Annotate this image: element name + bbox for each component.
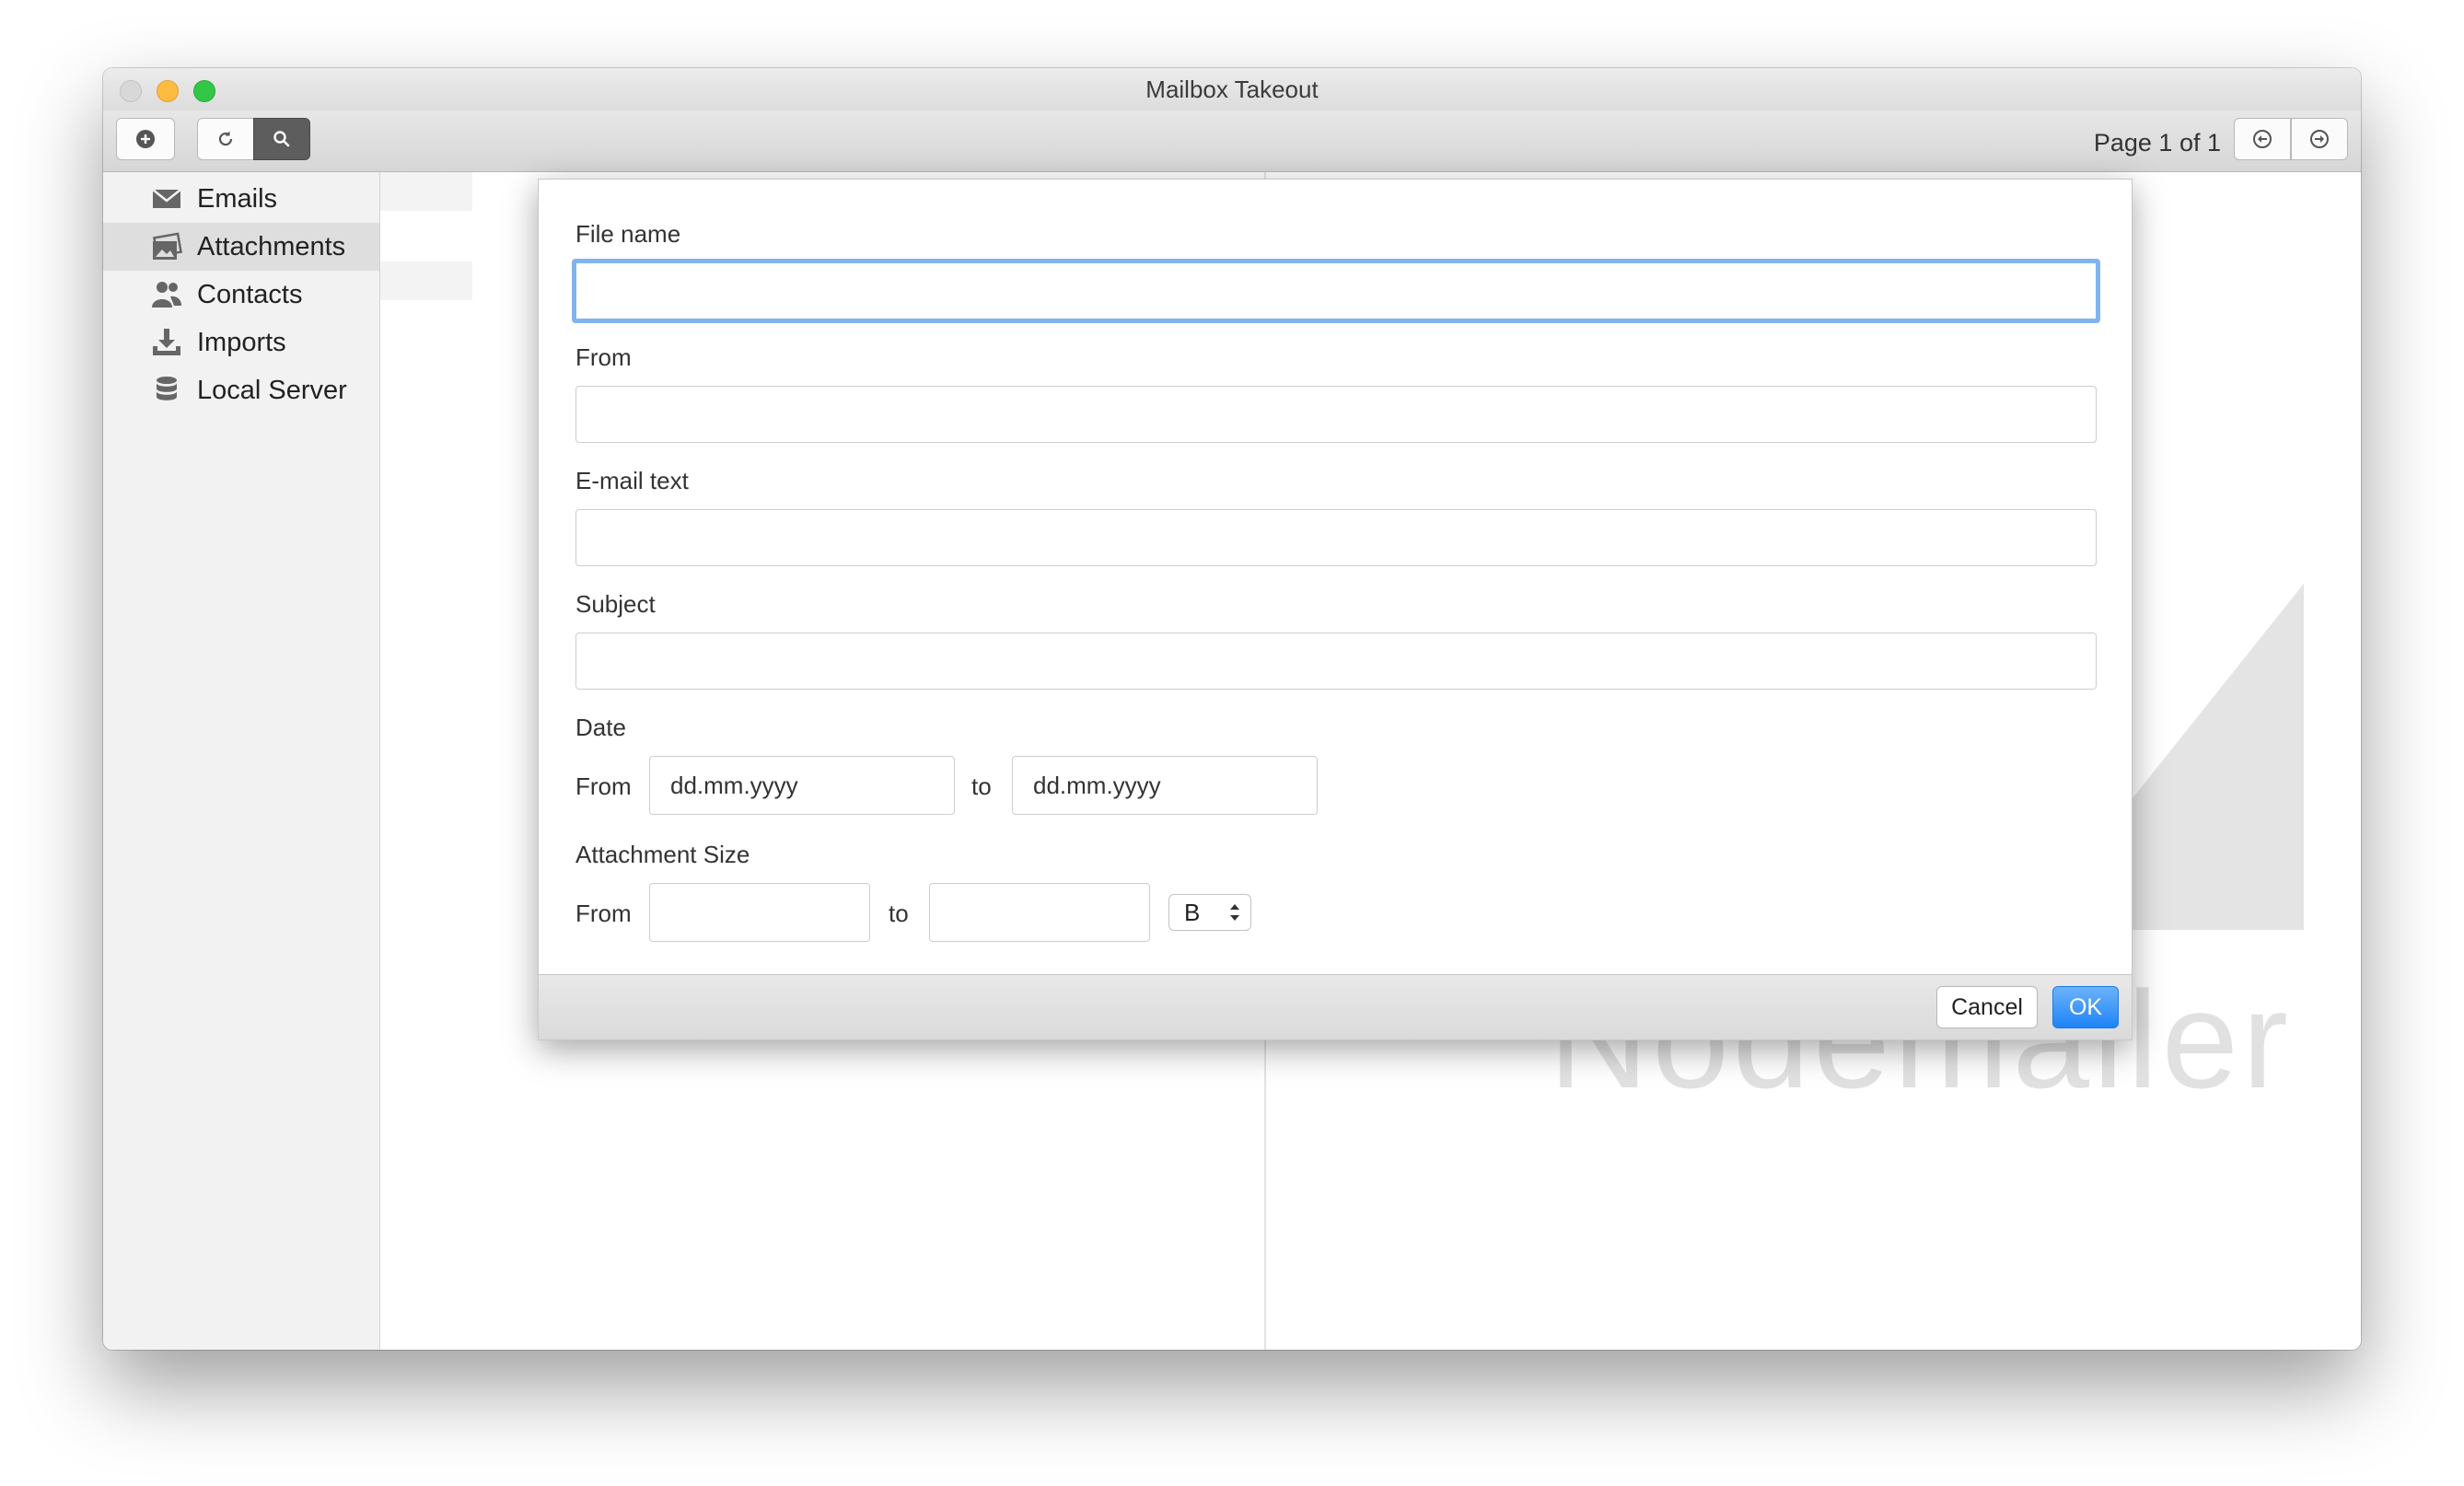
image-stack-icon [149, 229, 184, 264]
refresh-button[interactable] [197, 118, 254, 160]
size-from-label: From [575, 900, 632, 927]
date-to-input[interactable] [1012, 756, 1318, 815]
sidebar-item-label: Contacts [197, 279, 303, 309]
select-arrows-icon [1230, 904, 1239, 921]
window-title: Mailbox Takeout [1145, 75, 1319, 103]
subject-input[interactable] [575, 633, 2097, 690]
date-from-input[interactable] [649, 756, 955, 815]
sidebar-item-attachments[interactable]: Attachments [103, 223, 379, 271]
sidebar-item-local-server[interactable]: Local Server [103, 366, 379, 414]
add-button[interactable] [116, 118, 175, 160]
sidebar: Emails Attachments Contacts Imports Loca… [103, 172, 380, 1350]
sidebar-item-label: Imports [197, 327, 286, 357]
previous-page-button[interactable] [2234, 118, 2291, 160]
search-button[interactable] [253, 118, 310, 160]
envelope-icon [149, 181, 184, 216]
toolbar: Page 1 of 1 [103, 110, 2361, 172]
page-indicator: Page 1 of 1 [2093, 129, 2221, 157]
file-name-label: File name [575, 220, 681, 248]
size-unit-value: B [1184, 898, 1201, 926]
file-name-input[interactable] [572, 259, 2100, 323]
minimize-window-button[interactable] [157, 80, 179, 102]
close-window-button[interactable] [120, 80, 142, 102]
sidebar-item-label: Local Server [197, 375, 347, 405]
size-to-label: to [889, 900, 909, 927]
list-row-background [380, 261, 472, 300]
people-icon [149, 277, 184, 312]
app-window: Mailbox Takeout Page 1 of 1 Emails Attac… [103, 68, 2361, 1350]
plus-circle-icon [136, 130, 155, 148]
next-page-button[interactable] [2291, 118, 2348, 160]
email-text-input[interactable] [575, 509, 2097, 566]
database-icon [149, 373, 184, 408]
size-unit-select[interactable]: B [1168, 894, 1251, 931]
maximize-window-button[interactable] [193, 80, 215, 102]
arrow-right-circle-icon [2310, 130, 2329, 148]
date-to-label: to [971, 772, 992, 800]
download-tray-icon [149, 325, 184, 360]
search-dialog: File name From E-mail text Subject Date … [538, 179, 2133, 1040]
email-text-label: E-mail text [575, 467, 689, 494]
title-bar[interactable]: Mailbox Takeout [103, 68, 2361, 111]
from-input[interactable] [575, 386, 2097, 443]
sidebar-item-label: Emails [197, 183, 278, 214]
list-row-background [380, 172, 472, 211]
size-to-input[interactable] [929, 883, 1150, 942]
sidebar-item-contacts[interactable]: Contacts [103, 271, 379, 319]
sidebar-item-imports[interactable]: Imports [103, 319, 379, 366]
date-from-label: From [575, 772, 632, 800]
from-label: From [575, 343, 632, 371]
search-icon [273, 131, 290, 147]
sidebar-item-label: Attachments [197, 231, 346, 261]
refresh-icon [218, 131, 233, 146]
sidebar-item-emails[interactable]: Emails [103, 175, 379, 223]
cancel-button[interactable]: Cancel [1936, 986, 2038, 1028]
attachment-size-label: Attachment Size [575, 841, 750, 868]
ok-button[interactable]: OK [2052, 986, 2119, 1028]
size-from-input[interactable] [649, 883, 870, 942]
arrow-left-circle-icon [2253, 130, 2272, 148]
dialog-footer: Cancel OK [539, 974, 2132, 1039]
date-label: Date [575, 714, 626, 741]
subject-label: Subject [575, 590, 656, 618]
